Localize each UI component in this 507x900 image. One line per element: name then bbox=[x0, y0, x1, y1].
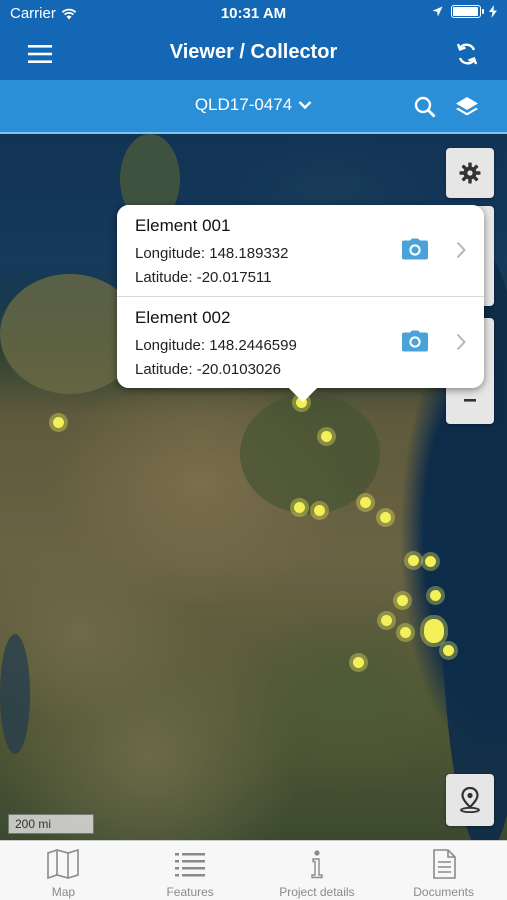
map-point[interactable] bbox=[399, 626, 411, 638]
camera-icon[interactable] bbox=[402, 238, 428, 260]
document-icon bbox=[432, 849, 456, 879]
tab-label: Features bbox=[166, 885, 214, 899]
navigation-bar: Viewer / Collector bbox=[0, 28, 507, 80]
layers-icon bbox=[456, 97, 478, 116]
minus-icon bbox=[464, 399, 476, 402]
map-point[interactable] bbox=[407, 554, 419, 566]
info-icon bbox=[311, 850, 323, 879]
map-point[interactable] bbox=[396, 594, 408, 606]
battery-icon bbox=[451, 5, 484, 18]
locate-button[interactable] bbox=[446, 774, 494, 826]
project-bar: QLD17-0474 bbox=[0, 80, 507, 134]
page-title: Viewer / Collector bbox=[169, 41, 338, 63]
chevron-right-icon bbox=[456, 241, 466, 259]
map-point[interactable] bbox=[313, 504, 325, 516]
water-patch bbox=[0, 634, 30, 754]
map-point-cluster[interactable] bbox=[424, 619, 444, 643]
map-point[interactable] bbox=[380, 614, 392, 626]
search-icon bbox=[414, 96, 436, 118]
element-longitude: Longitude: 148.2446599 bbox=[135, 337, 297, 354]
element-latitude: Latitude: -20.017511 bbox=[135, 269, 272, 286]
project-name: QLD17-0474 bbox=[194, 95, 293, 114]
map-point[interactable] bbox=[52, 416, 64, 428]
tab-features[interactable]: Features bbox=[127, 841, 254, 900]
map-icon bbox=[47, 849, 80, 879]
callout-item-element-001[interactable]: Element 001 Longitude: 148.189332 Latitu… bbox=[117, 205, 484, 296]
status-bar: Carrier 10:31 AM bbox=[0, 0, 507, 28]
map-settings-button[interactable] bbox=[446, 148, 494, 198]
tab-project-details[interactable]: Project details bbox=[254, 841, 381, 900]
tab-map[interactable]: Map bbox=[0, 841, 127, 900]
terrain-patch bbox=[240, 394, 380, 514]
callout-item-element-002[interactable]: Element 002 Longitude: 148.2446599 Latit… bbox=[117, 297, 484, 388]
clock: 10:31 AM bbox=[220, 5, 287, 22]
battery-fill bbox=[453, 7, 479, 16]
map-point[interactable] bbox=[379, 511, 391, 523]
element-latitude: Latitude: -20.0103026 bbox=[135, 361, 281, 378]
search-button[interactable] bbox=[409, 91, 441, 123]
camera-icon[interactable] bbox=[402, 330, 428, 352]
element-name: Element 001 bbox=[135, 216, 231, 235]
location-arrow-icon bbox=[432, 6, 443, 17]
map-point[interactable] bbox=[424, 555, 436, 567]
element-longitude: Longitude: 148.189332 bbox=[135, 245, 289, 262]
layers-button[interactable] bbox=[451, 91, 483, 123]
chevron-right-icon bbox=[456, 333, 466, 351]
list-icon bbox=[175, 853, 206, 877]
map-point[interactable] bbox=[359, 496, 371, 508]
map-point[interactable] bbox=[293, 501, 305, 513]
tab-documents[interactable]: Documents bbox=[380, 841, 507, 900]
sync-icon bbox=[456, 43, 478, 65]
map-point[interactable] bbox=[320, 430, 332, 442]
location-pin-icon bbox=[460, 787, 480, 813]
map-point[interactable] bbox=[429, 589, 441, 601]
tab-bar: Map Features Project details Documents bbox=[0, 840, 507, 900]
map-point[interactable] bbox=[352, 656, 364, 668]
map-point[interactable] bbox=[442, 644, 454, 656]
gear-icon bbox=[459, 162, 481, 184]
feature-callout: Element 001 Longitude: 148.189332 Latitu… bbox=[117, 205, 484, 403]
tab-label: Project details bbox=[279, 885, 355, 899]
chevron-down-icon bbox=[298, 101, 312, 110]
element-name: Element 002 bbox=[135, 308, 231, 327]
tab-label: Map bbox=[51, 885, 76, 899]
tab-label: Documents bbox=[413, 885, 474, 899]
map-scale: 200 mi bbox=[8, 814, 94, 834]
charging-icon bbox=[489, 5, 497, 18]
sync-button[interactable] bbox=[449, 36, 485, 72]
